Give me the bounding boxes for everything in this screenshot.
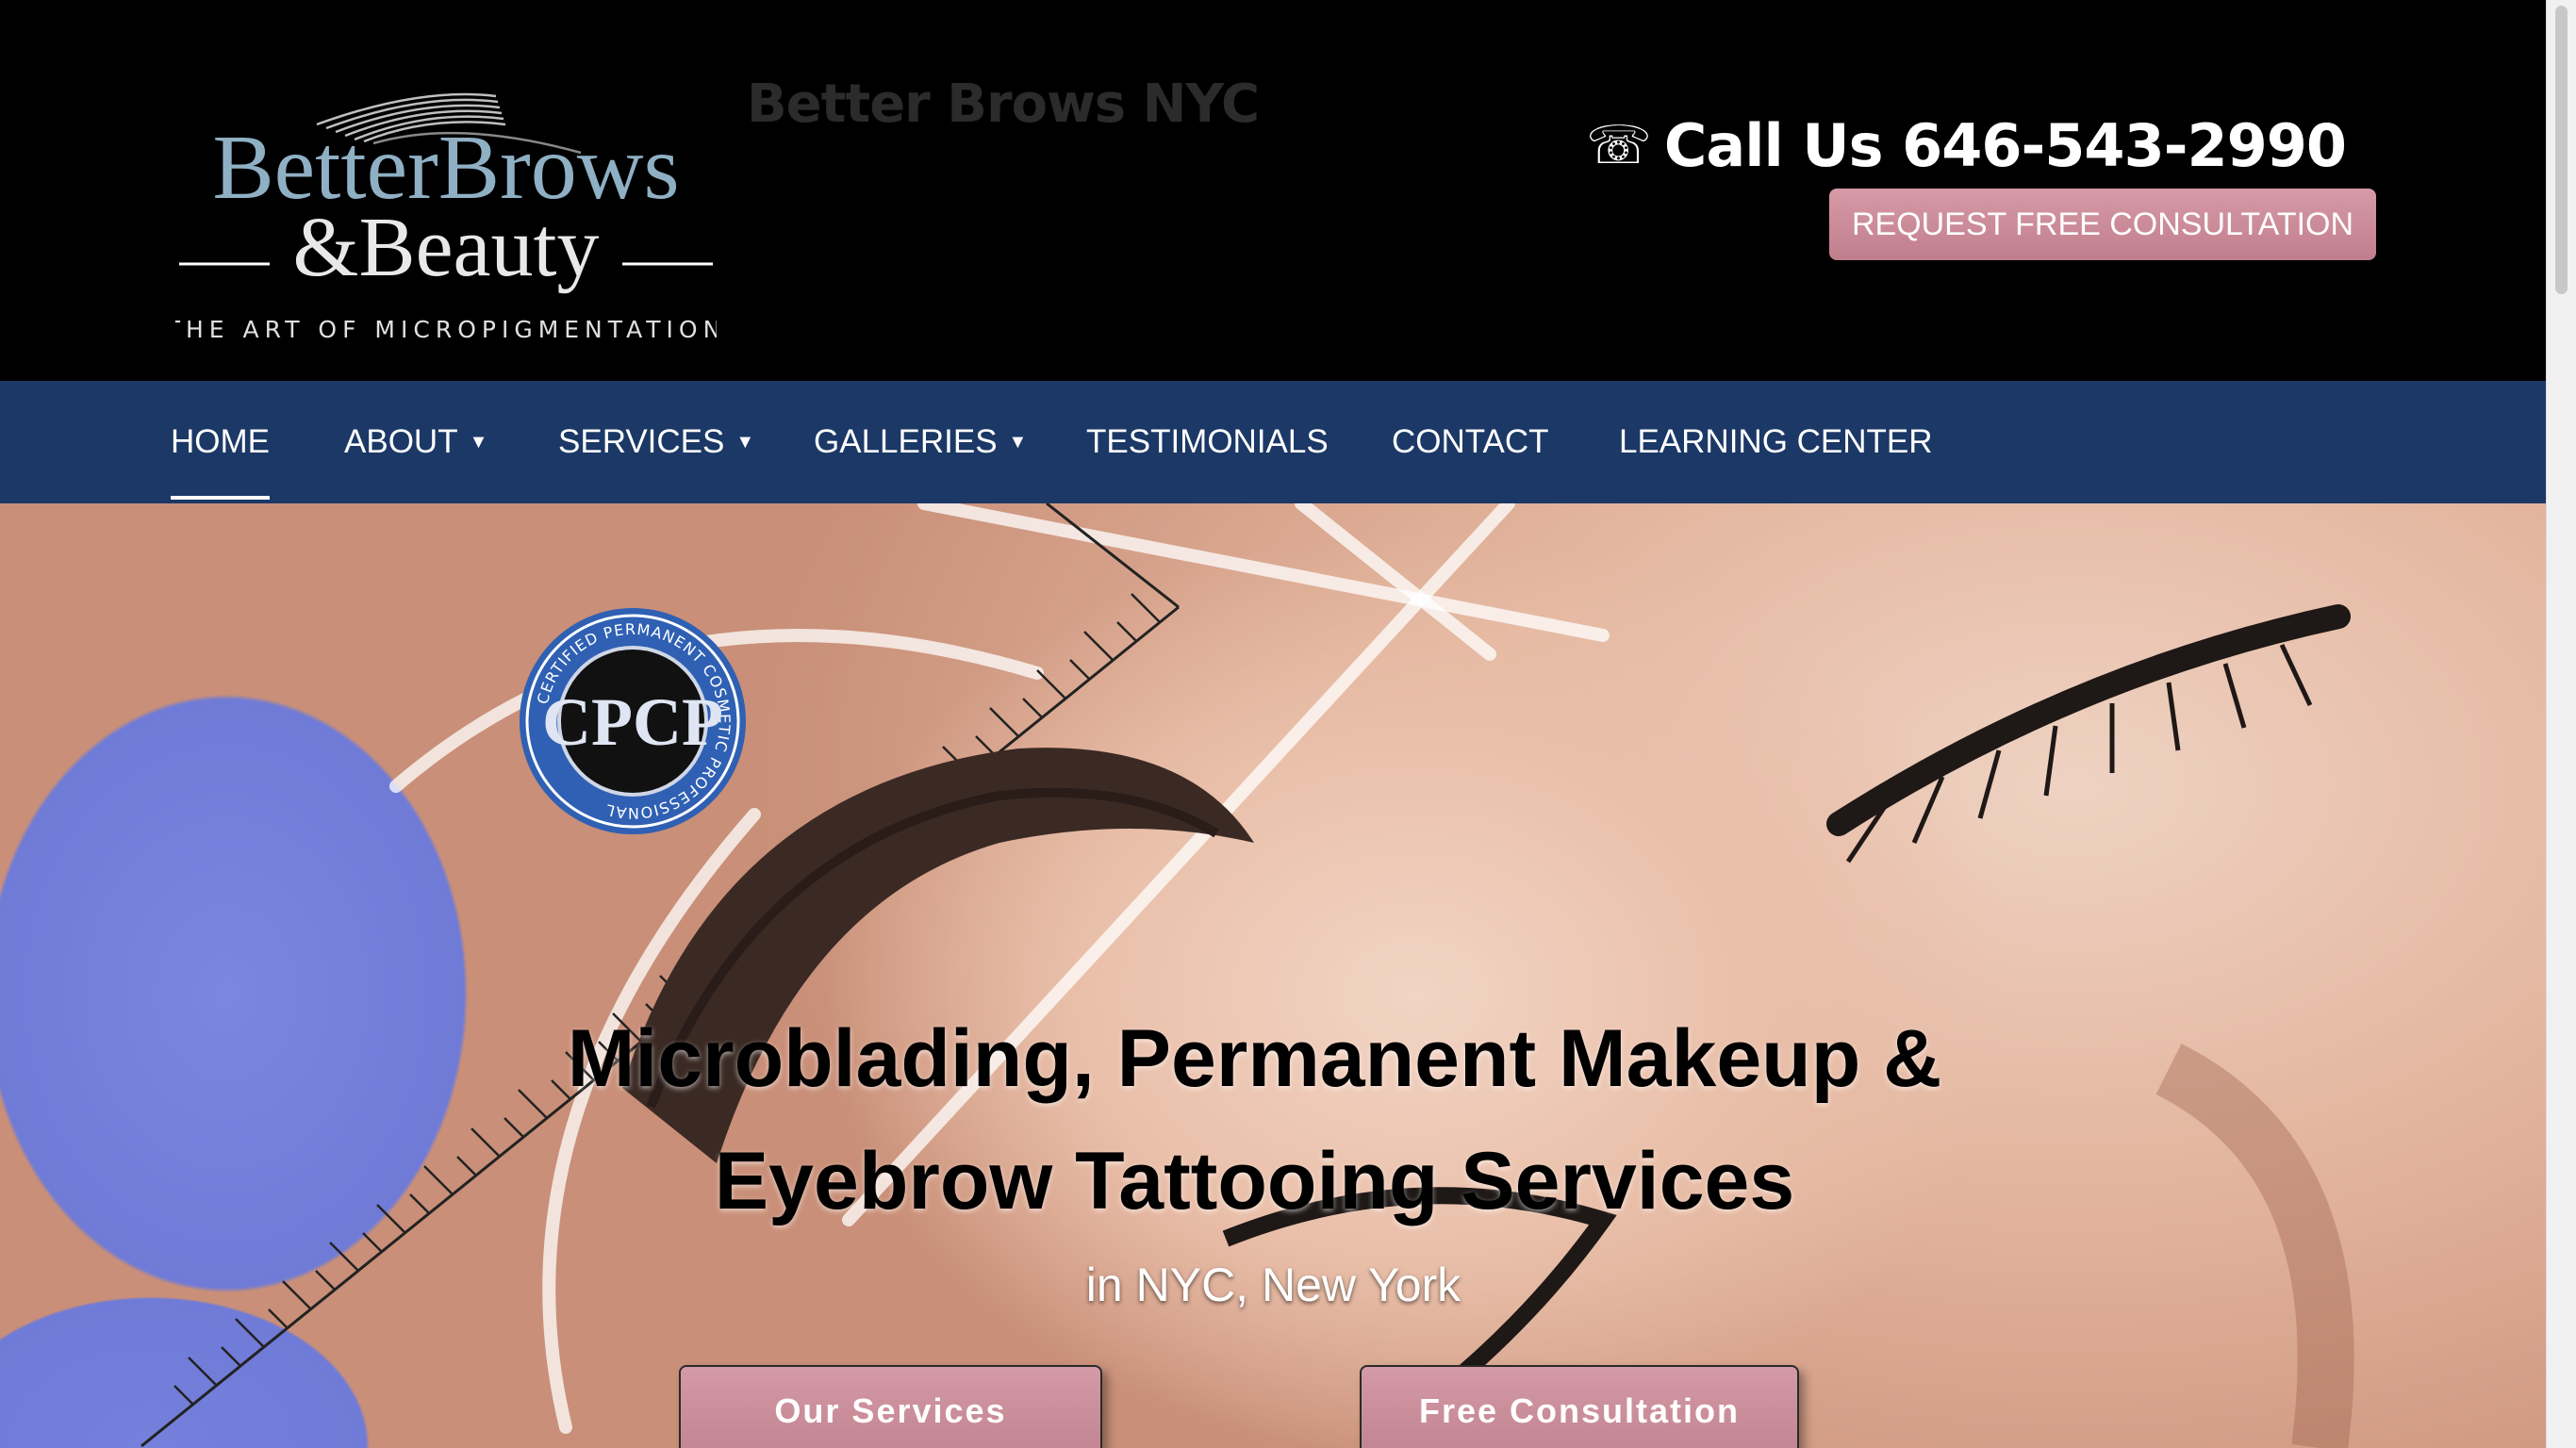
nav-label: LEARNING CENTER — [1619, 423, 1933, 460]
nav-item-contact[interactable]: CONTACT — [1392, 381, 1549, 503]
nav-label: GALLERIES — [814, 423, 998, 460]
call-us-text: Call Us 646-543-2990 — [1663, 111, 2347, 180]
hero-headline-line1: Microblading, Permanent Makeup & — [567, 1013, 1942, 1104]
logo-line2: &Beauty — [293, 201, 600, 294]
site-header: BetterBrows &Beauty THE ART OF MICROPIGM… — [0, 0, 2547, 381]
nav-item-learning-center[interactable]: LEARNING CENTER — [1619, 381, 1933, 503]
hero-section: CERTIFIED PERMANENT COSMETIC PROFESSIONA… — [0, 503, 2547, 1448]
nav-item-about[interactable]: ABOUT ▼ — [344, 381, 487, 503]
nav-item-home[interactable]: HOME — [171, 381, 270, 503]
caret-down-icon: ▼ — [1008, 431, 1028, 452]
hero-subline: in NYC, New York — [1085, 1259, 1461, 1311]
logo-tagline: THE ART OF MICROPIGMENTATION — [175, 316, 717, 343]
request-consultation-button[interactable]: REQUEST FREE CONSULTATION — [1829, 189, 2376, 260]
page-scrollbar[interactable] — [2546, 0, 2576, 1448]
our-services-button[interactable]: Our Services — [679, 1365, 1102, 1448]
nav-label: CONTACT — [1392, 423, 1549, 460]
cpcp-certification-badge: CERTIFIED PERMANENT COSMETIC PROFESSIONA… — [520, 608, 746, 834]
active-indicator — [171, 496, 270, 500]
caret-down-icon: ▼ — [735, 431, 755, 452]
nav-label: ABOUT — [344, 423, 458, 460]
nav-label: HOME — [171, 423, 270, 460]
nav-label: TESTIMONIALS — [1086, 423, 1329, 460]
caret-down-icon: ▼ — [469, 431, 488, 452]
scrollbar-thumb[interactable] — [2555, 6, 2568, 294]
site-name: Better Brows NYC — [747, 74, 1260, 135]
hero-headline-line2: Eyebrow Tattooing Services — [714, 1136, 1795, 1226]
nav-item-galleries[interactable]: GALLERIES ▼ — [814, 381, 1027, 503]
phone-icon: ☏ — [1585, 115, 1652, 176]
nav-item-services[interactable]: SERVICES ▼ — [558, 381, 754, 503]
main-nav: HOME ABOUT ▼ SERVICES ▼ GALLERIES ▼ TEST… — [0, 381, 2547, 503]
nav-label: SERVICES — [558, 423, 725, 460]
free-consultation-button[interactable]: Free Consultation — [1360, 1365, 1799, 1448]
site-logo[interactable]: BetterBrows &Beauty THE ART OF MICROPIGM… — [175, 87, 717, 343]
badge-center-text: CPCP — [542, 684, 723, 760]
call-us[interactable]: ☏ Call Us 646-543-2990 — [1585, 111, 2347, 180]
nav-item-testimonials[interactable]: TESTIMONIALS — [1086, 381, 1329, 503]
